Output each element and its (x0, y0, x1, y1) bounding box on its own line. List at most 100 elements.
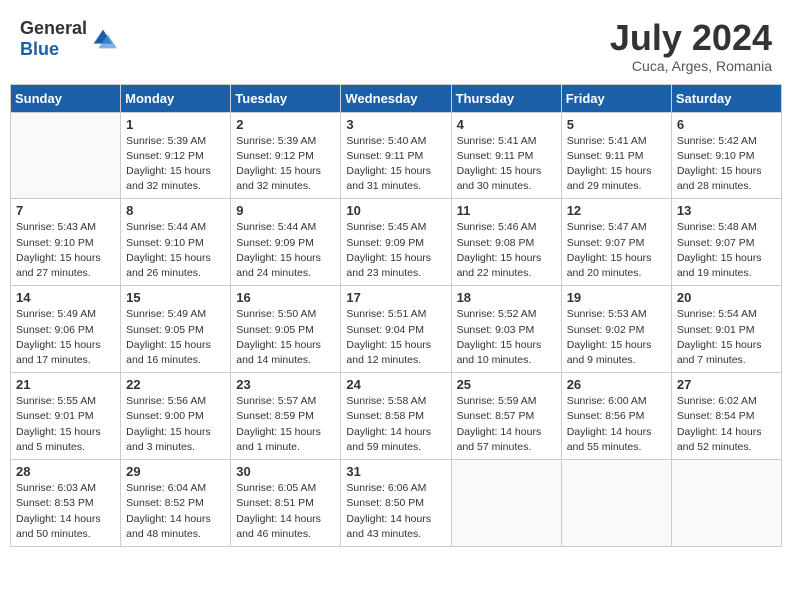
day-info: Sunrise: 5:42 AMSunset: 9:10 PMDaylight:… (677, 134, 776, 195)
page-header: General Blue July 2024 Cuca, Arges, Roma… (10, 10, 782, 78)
calendar-day-cell: 6 Sunrise: 5:42 AMSunset: 9:10 PMDaylight… (671, 112, 781, 199)
day-number: 19 (567, 290, 666, 305)
calendar-day-cell: 5 Sunrise: 5:41 AMSunset: 9:11 PMDaylight… (561, 112, 671, 199)
weekday-header: Monday (121, 84, 231, 112)
day-number: 6 (677, 117, 776, 132)
day-info: Sunrise: 5:41 AMSunset: 9:11 PMDaylight:… (567, 134, 666, 195)
day-info: Sunrise: 5:39 AMSunset: 9:12 PMDaylight:… (236, 134, 335, 195)
day-info: Sunrise: 5:57 AMSunset: 8:59 PMDaylight:… (236, 394, 335, 455)
calendar-day-cell: 18Sunrise: 5:52 AMSunset: 9:03 PMDayligh… (451, 286, 561, 373)
logo-icon (89, 25, 117, 53)
calendar-day-cell: 23Sunrise: 5:57 AMSunset: 8:59 PMDayligh… (231, 373, 341, 460)
title-block: July 2024 Cuca, Arges, Romania (610, 18, 772, 74)
day-number: 3 (346, 117, 445, 132)
day-number: 21 (16, 377, 115, 392)
calendar-day-cell (11, 112, 121, 199)
calendar-day-cell: 30 Sunrise: 6:05 AMSunset: 8:51 PMDayligh… (231, 460, 341, 547)
calendar-day-cell: 28 Sunrise: 6:03 AMSunset: 8:53 PMDayligh… (11, 460, 121, 547)
calendar-day-cell: 1 Sunrise: 5:39 AMSunset: 9:12 PMDaylight… (121, 112, 231, 199)
day-info: Sunrise: 5:44 AMSunset: 9:10 PMDaylight:… (126, 220, 225, 281)
calendar-day-cell: 8 Sunrise: 5:44 AMSunset: 9:10 PMDaylight… (121, 199, 231, 286)
calendar-day-cell: 12 Sunrise: 5:47 AMSunset: 9:07 PMDayligh… (561, 199, 671, 286)
day-number: 5 (567, 117, 666, 132)
day-info: Sunrise: 5:47 AMSunset: 9:07 PMDaylight:… (567, 220, 666, 281)
day-info: Sunrise: 5:48 AMSunset: 9:07 PMDaylight:… (677, 220, 776, 281)
calendar-day-cell: 17Sunrise: 5:51 AMSunset: 9:04 PMDayligh… (341, 286, 451, 373)
day-number: 10 (346, 203, 445, 218)
day-info: Sunrise: 5:59 AMSunset: 8:57 PMDaylight:… (457, 394, 556, 455)
calendar-day-cell: 22Sunrise: 5:56 AMSunset: 9:00 PMDayligh… (121, 373, 231, 460)
calendar-day-cell: 3 Sunrise: 5:40 AMSunset: 9:11 PMDaylight… (341, 112, 451, 199)
day-info: Sunrise: 6:05 AMSunset: 8:51 PMDaylight:… (236, 481, 335, 542)
day-number: 7 (16, 203, 115, 218)
calendar-header-row: SundayMondayTuesdayWednesdayThursdayFrid… (11, 84, 782, 112)
day-number: 2 (236, 117, 335, 132)
day-info: Sunrise: 5:54 AMSunset: 9:01 PMDaylight:… (677, 307, 776, 368)
day-info: Sunrise: 5:46 AMSunset: 9:08 PMDaylight:… (457, 220, 556, 281)
calendar-day-cell: 19 Sunrise: 5:53 AMSunset: 9:02 PMDayligh… (561, 286, 671, 373)
weekday-header: Wednesday (341, 84, 451, 112)
calendar-day-cell: 31 Sunrise: 6:06 AMSunset: 8:50 PMDayligh… (341, 460, 451, 547)
day-number: 1 (126, 117, 225, 132)
logo-text: General Blue (20, 18, 87, 60)
calendar-day-cell: 24Sunrise: 5:58 AMSunset: 8:58 PMDayligh… (341, 373, 451, 460)
calendar-table: SundayMondayTuesdayWednesdayThursdayFrid… (10, 84, 782, 547)
day-number: 28 (16, 464, 115, 479)
calendar-week-row: 7 Sunrise: 5:43 AMSunset: 9:10 PMDaylight… (11, 199, 782, 286)
day-info: Sunrise: 6:03 AMSunset: 8:53 PMDaylight:… (16, 481, 115, 542)
day-number: 29 (126, 464, 225, 479)
day-number: 14 (16, 290, 115, 305)
day-number: 16 (236, 290, 335, 305)
day-info: Sunrise: 5:40 AMSunset: 9:11 PMDaylight:… (346, 134, 445, 195)
day-info: Sunrise: 6:04 AMSunset: 8:52 PMDaylight:… (126, 481, 225, 542)
day-number: 22 (126, 377, 225, 392)
calendar-day-cell: 11Sunrise: 5:46 AMSunset: 9:08 PMDayligh… (451, 199, 561, 286)
day-info: Sunrise: 5:53 AMSunset: 9:02 PMDaylight:… (567, 307, 666, 368)
day-number: 25 (457, 377, 556, 392)
calendar-day-cell: 27Sunrise: 6:02 AMSunset: 8:54 PMDayligh… (671, 373, 781, 460)
weekday-header: Friday (561, 84, 671, 112)
day-info: Sunrise: 5:49 AMSunset: 9:06 PMDaylight:… (16, 307, 115, 368)
day-info: Sunrise: 5:43 AMSunset: 9:10 PMDaylight:… (16, 220, 115, 281)
day-info: Sunrise: 5:55 AMSunset: 9:01 PMDaylight:… (16, 394, 115, 455)
calendar-day-cell: 20 Sunrise: 5:54 AMSunset: 9:01 PMDayligh… (671, 286, 781, 373)
calendar-week-row: 28 Sunrise: 6:03 AMSunset: 8:53 PMDayligh… (11, 460, 782, 547)
day-info: Sunrise: 5:39 AMSunset: 9:12 PMDaylight:… (126, 134, 225, 195)
location: Cuca, Arges, Romania (610, 58, 772, 74)
day-info: Sunrise: 5:50 AMSunset: 9:05 PMDaylight:… (236, 307, 335, 368)
calendar-day-cell: 9 Sunrise: 5:44 AMSunset: 9:09 PMDaylight… (231, 199, 341, 286)
calendar-week-row: 21 Sunrise: 5:55 AMSunset: 9:01 PMDayligh… (11, 373, 782, 460)
calendar-day-cell: 7 Sunrise: 5:43 AMSunset: 9:10 PMDaylight… (11, 199, 121, 286)
day-number: 20 (677, 290, 776, 305)
day-info: Sunrise: 5:45 AMSunset: 9:09 PMDaylight:… (346, 220, 445, 281)
day-number: 9 (236, 203, 335, 218)
day-number: 13 (677, 203, 776, 218)
day-info: Sunrise: 5:44 AMSunset: 9:09 PMDaylight:… (236, 220, 335, 281)
logo-general: General (20, 18, 87, 38)
calendar-day-cell: 15 Sunrise: 5:49 AMSunset: 9:05 PMDayligh… (121, 286, 231, 373)
day-info: Sunrise: 5:41 AMSunset: 9:11 PMDaylight:… (457, 134, 556, 195)
calendar-day-cell: 2 Sunrise: 5:39 AMSunset: 9:12 PMDaylight… (231, 112, 341, 199)
day-info: Sunrise: 6:02 AMSunset: 8:54 PMDaylight:… (677, 394, 776, 455)
day-number: 4 (457, 117, 556, 132)
day-number: 8 (126, 203, 225, 218)
calendar-week-row: 1 Sunrise: 5:39 AMSunset: 9:12 PMDaylight… (11, 112, 782, 199)
weekday-header: Sunday (11, 84, 121, 112)
month-year: July 2024 (610, 18, 772, 58)
day-info: Sunrise: 5:58 AMSunset: 8:58 PMDaylight:… (346, 394, 445, 455)
calendar-day-cell (671, 460, 781, 547)
day-info: Sunrise: 6:00 AMSunset: 8:56 PMDaylight:… (567, 394, 666, 455)
day-number: 15 (126, 290, 225, 305)
day-number: 30 (236, 464, 335, 479)
day-info: Sunrise: 6:06 AMSunset: 8:50 PMDaylight:… (346, 481, 445, 542)
calendar-day-cell: 25 Sunrise: 5:59 AMSunset: 8:57 PMDayligh… (451, 373, 561, 460)
calendar-day-cell: 13 Sunrise: 5:48 AMSunset: 9:07 PMDayligh… (671, 199, 781, 286)
calendar-day-cell: 26Sunrise: 6:00 AMSunset: 8:56 PMDayligh… (561, 373, 671, 460)
calendar-day-cell: 16 Sunrise: 5:50 AMSunset: 9:05 PMDayligh… (231, 286, 341, 373)
calendar-day-cell: 14 Sunrise: 5:49 AMSunset: 9:06 PMDayligh… (11, 286, 121, 373)
calendar-day-cell (451, 460, 561, 547)
day-number: 31 (346, 464, 445, 479)
weekday-header: Thursday (451, 84, 561, 112)
day-info: Sunrise: 5:49 AMSunset: 9:05 PMDaylight:… (126, 307, 225, 368)
day-number: 12 (567, 203, 666, 218)
